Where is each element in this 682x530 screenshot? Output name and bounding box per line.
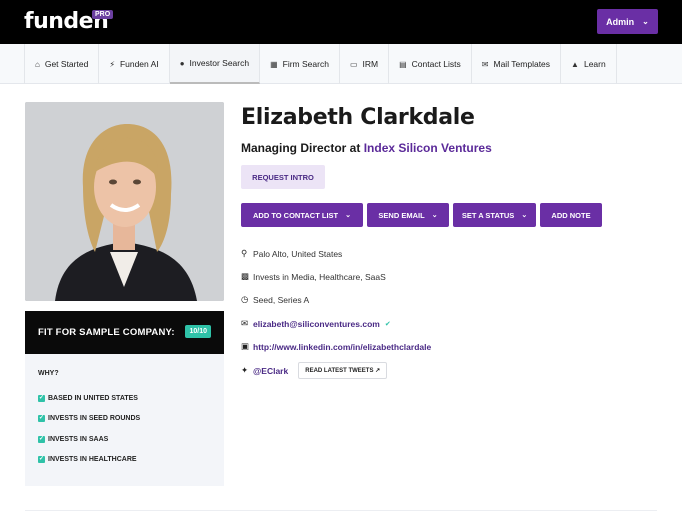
check-icon: ✓ <box>38 435 45 443</box>
fit-score-banner: FIT FOR SAMPLE COMPANY: 10/10 <box>25 311 224 354</box>
admin-menu-button[interactable]: Admin ⌄ <box>597 9 658 34</box>
fit-reason-label: BASED IN UNITED STATES <box>48 394 138 402</box>
tab-label: Learn <box>583 59 606 69</box>
title-prefix: Managing Director at <box>241 141 361 155</box>
tab-firm-search[interactable]: ▦ Firm Search <box>260 44 340 84</box>
portrait-image <box>25 102 224 301</box>
check-icon: ✓ <box>38 456 45 464</box>
map-pin-icon: ⚲ <box>241 248 248 258</box>
fit-reason-label: INVESTS IN SEED ROUNDS <box>48 415 141 423</box>
fit-reason: ✓ INVESTS IN HEALTHCARE <box>38 450 211 471</box>
clock-icon: ◷ <box>241 294 249 304</box>
firm-link[interactable]: Index Silicon Ventures <box>364 141 492 155</box>
why-title: WHY? <box>38 370 59 377</box>
tab-label: Mail Templates <box>493 59 551 69</box>
chevron-down-icon: ⌄ <box>431 212 438 219</box>
tab-label: Contact Lists <box>411 59 461 69</box>
fit-reason: ✓ INVESTS IN SEED ROUNDS <box>38 409 211 430</box>
top-bar: funden PRO Admin ⌄ <box>0 0 682 44</box>
tab-get-started[interactable]: ⌂ Get Started <box>25 44 100 84</box>
add-note-button[interactable]: ADD NOTE <box>540 203 602 227</box>
location-text: Palo Alto, United States <box>253 248 343 259</box>
admin-label: Admin <box>606 16 635 27</box>
fit-score-badge: 10/10 <box>185 325 211 338</box>
list-icon: ▤ <box>399 59 407 69</box>
check-icon: ✓ <box>38 394 45 402</box>
tab-label: Funden AI <box>119 59 159 69</box>
verified-check-icon: ✔ <box>384 320 391 328</box>
nav-bar: ⌂ Get Started ⚡︎ Funden AI ● Investor Se… <box>0 44 682 84</box>
add-to-contact-list-button[interactable]: ADD TO CONTACT LIST ⌄ <box>241 203 363 227</box>
tab-label: IRM <box>362 59 379 69</box>
tab-mail-templates[interactable]: ✉ Mail Templates <box>472 44 562 84</box>
fit-reason: ✓ INVESTS IN SAAS <box>38 429 211 450</box>
industries-row: ▩ Invests in Media, Healthcare, SaaS <box>241 271 386 282</box>
pro-badge: PRO <box>92 10 114 19</box>
external-link-icon: ↗ <box>375 368 381 374</box>
read-latest-tweets-button[interactable]: READ LATEST TWEETS ↗ <box>298 362 388 379</box>
chevron-down-icon: ⌄ <box>521 212 528 219</box>
fit-label: FIT FOR SAMPLE COMPANY: <box>38 327 175 338</box>
building-icon: ▦ <box>270 59 278 69</box>
linkedin-row: ▣ http://www.linkedin.com/in/elizabethcl… <box>241 341 431 352</box>
investor-name: Elizabeth Clarkdale <box>241 105 475 130</box>
button-label: ADD TO CONTACT LIST <box>252 210 339 220</box>
button-label: ADD NOTE <box>551 210 591 220</box>
action-buttons: ADD TO CONTACT LIST ⌄ SEND EMAIL ⌄ SET A… <box>241 203 602 227</box>
button-label: SEND EMAIL <box>378 210 425 220</box>
linkedin-icon: ▣ <box>241 341 250 351</box>
fit-reason-label: INVESTS IN SAAS <box>48 435 109 443</box>
location-row: ⚲ Palo Alto, United States <box>241 248 342 259</box>
tab-label: Firm Search <box>282 59 329 69</box>
investor-title: Managing Director at Index Silicon Ventu… <box>241 141 492 155</box>
tab-contact-lists[interactable]: ▤ Contact Lists <box>389 44 472 84</box>
set-status-button[interactable]: SET A STATUS ⌄ <box>453 203 536 227</box>
linkedin-link[interactable]: http://www.linkedin.com/in/elizabethclar… <box>253 342 431 352</box>
profile-photo <box>25 102 224 301</box>
tab-label: Get Started <box>44 59 89 69</box>
home-icon: ⌂ <box>35 59 40 69</box>
bolt-icon: ⚡︎ <box>109 59 115 69</box>
tab-learn[interactable]: ▲ Learn <box>561 44 617 84</box>
tab-label: Investor Search <box>189 58 250 68</box>
user-icon: ● <box>179 58 185 68</box>
divider <box>25 510 657 511</box>
envelope-icon: ✉ <box>241 318 249 328</box>
twitter-icon: ✦ <box>241 365 249 375</box>
email-link[interactable]: elizabeth@siliconventures.com <box>253 319 380 329</box>
card-icon: ▭ <box>349 59 358 69</box>
request-intro-button[interactable]: REQUEST INTRO <box>241 165 325 189</box>
stages-text: Seed, Series A <box>253 294 310 305</box>
stages-row: ◷ Seed, Series A <box>241 294 309 305</box>
check-icon: ✓ <box>38 415 45 423</box>
tab-irm[interactable]: ▭ IRM <box>340 44 390 84</box>
email-row: ✉ elizabeth@siliconventures.com ✔ <box>241 318 391 329</box>
tab-funden-ai[interactable]: ⚡︎ Funden AI <box>99 44 170 84</box>
mail-icon: ✉ <box>481 59 489 69</box>
fit-reason-label: INVESTS IN HEALTHCARE <box>48 456 137 464</box>
graduation-icon: ▲ <box>571 59 579 69</box>
twitter-link[interactable]: @EClark <box>253 366 288 376</box>
fit-reasons-panel: WHY? ✓ BASED IN UNITED STATES ✓ INVESTS … <box>25 354 224 486</box>
twitter-row: ✦ @EClark READ LATEST TWEETS ↗ <box>241 362 388 379</box>
button-label: SET A STATUS <box>461 210 515 220</box>
chevron-down-icon: ⌄ <box>642 17 649 26</box>
button-label: READ LATEST TWEETS <box>305 368 374 374</box>
fit-reason: ✓ BASED IN UNITED STATES <box>38 388 211 409</box>
send-email-button[interactable]: SEND EMAIL ⌄ <box>367 203 449 227</box>
industries-text: Invests in Media, Healthcare, SaaS <box>253 271 386 282</box>
chevron-down-icon: ⌄ <box>345 212 351 219</box>
tab-investor-search[interactable]: ● Investor Search <box>169 44 261 84</box>
industry-icon: ▩ <box>241 271 250 281</box>
